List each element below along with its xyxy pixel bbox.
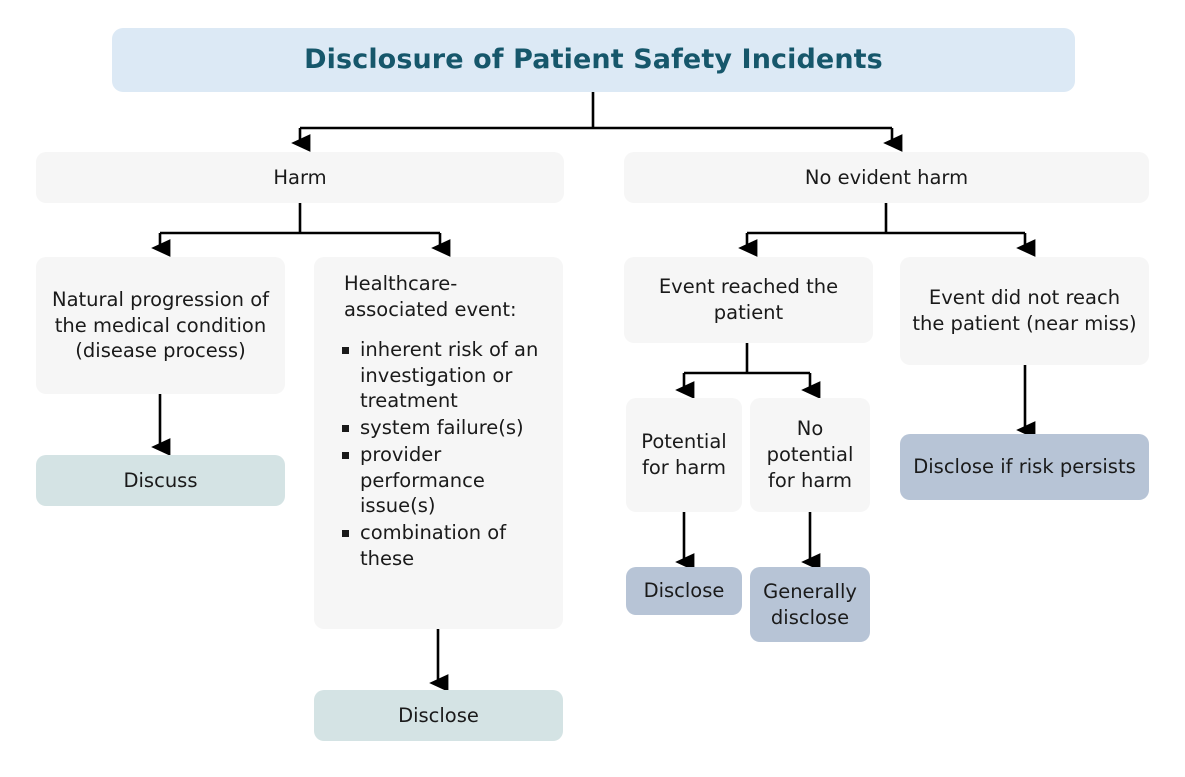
node-healthcare-associated-event: Healthcare-associated event: inherent ri… (314, 257, 563, 629)
node-disclose-harm-branch: Disclose (314, 690, 563, 741)
flowchart-canvas: Disclosure of Patient Safety Incidents H… (0, 0, 1185, 777)
node-discuss: Discuss (36, 455, 285, 506)
node-event-did-not-reach-patient: Event did not reach the patient (near mi… (900, 257, 1149, 365)
diagram-title: Disclosure of Patient Safety Incidents (112, 28, 1075, 92)
node-disclose-if-risk-persists: Disclose if risk persists (900, 434, 1149, 500)
list-item: combination of these (342, 520, 547, 571)
node-event-reached-patient: Event reached the patient (624, 257, 873, 343)
healthcare-event-list: inherent risk of an investigation or tre… (330, 337, 547, 572)
node-potential-for-harm: Potential for harm (626, 398, 742, 512)
node-generally-disclose: Generally disclose (750, 567, 870, 642)
list-item: provider performance issue(s) (342, 442, 547, 519)
node-no-potential-for-harm: No potential for harm (750, 398, 870, 512)
node-disclose-potential-harm: Disclose (626, 567, 742, 615)
list-item: system failure(s) (342, 415, 547, 441)
node-harm: Harm (36, 152, 564, 203)
healthcare-event-lead: Healthcare-associated event: (344, 272, 517, 321)
node-no-evident-harm: No evident harm (624, 152, 1149, 203)
node-natural-progression: Natural progression of the medical condi… (36, 257, 285, 394)
list-item: inherent risk of an investigation or tre… (342, 337, 547, 414)
